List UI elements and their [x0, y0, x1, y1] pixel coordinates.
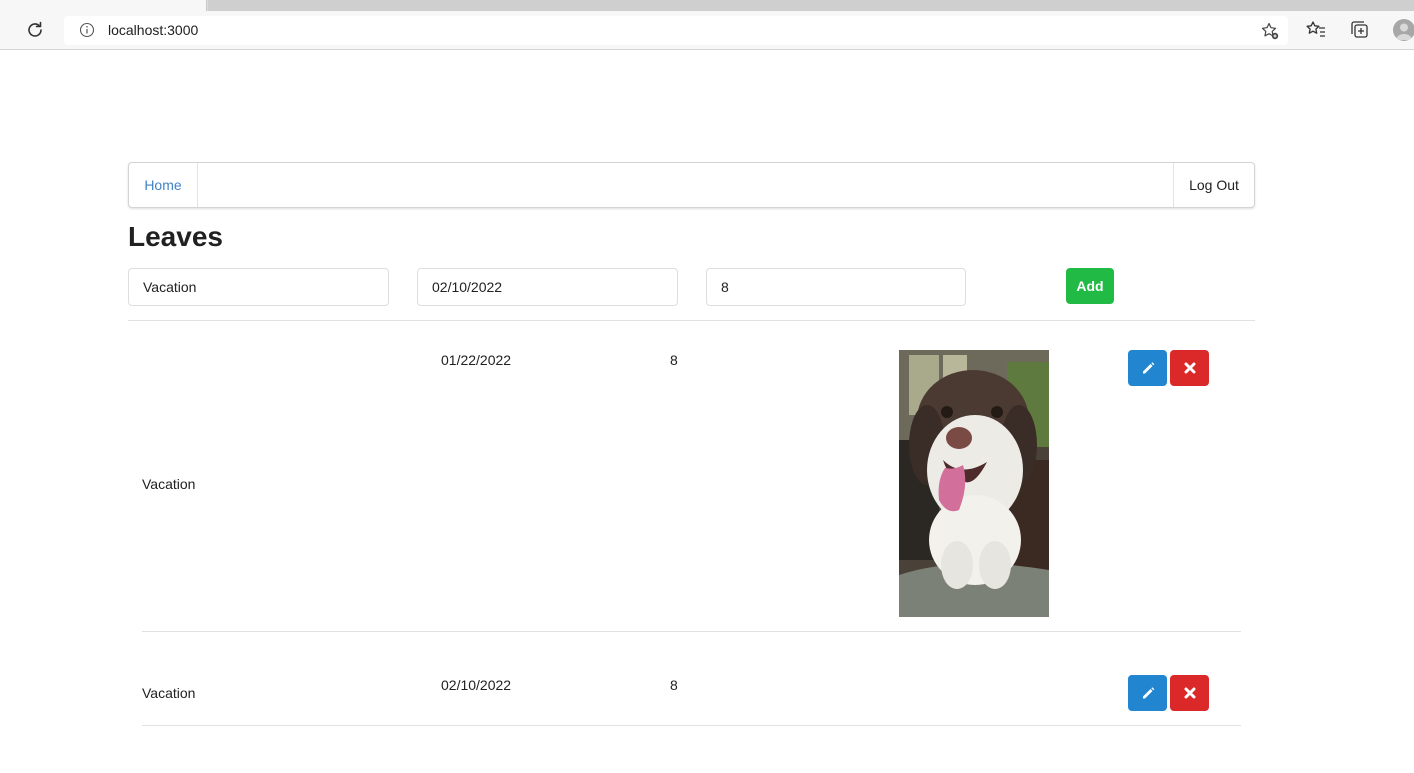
row-divider — [142, 631, 1241, 632]
url-text[interactable]: localhost:3000 — [108, 22, 198, 38]
page-title: Leaves — [128, 221, 223, 252]
browser-tab-inactive[interactable] — [208, 0, 1414, 11]
address-bar[interactable]: localhost:3000 — [64, 16, 1288, 45]
form-divider — [128, 320, 1255, 321]
browser-tab-active[interactable] — [0, 0, 207, 11]
person-icon — [1396, 23, 1412, 40]
browser-toolbar: localhost:3000 — [0, 11, 1414, 50]
edit-button[interactable] — [1128, 350, 1167, 386]
pencil-icon — [1142, 362, 1154, 374]
logout-button[interactable]: Log Out — [1173, 163, 1254, 207]
row-divider — [142, 725, 1241, 726]
add-button[interactable]: Add — [1066, 268, 1114, 304]
leave-date-input[interactable]: 02/10/2022 — [417, 268, 678, 306]
leave-date-cell: 01/22/2022 — [441, 352, 512, 368]
x-icon — [1184, 362, 1195, 374]
leave-type-input[interactable]: Vacation — [128, 268, 389, 306]
add-favorite-icon[interactable] — [1260, 21, 1280, 41]
leave-type-cell: Vacation — [142, 476, 196, 492]
leave-hours-input[interactable]: 8 — [706, 268, 966, 306]
profile-avatar[interactable] — [1393, 19, 1414, 41]
dog-photo — [899, 350, 1049, 617]
edit-button[interactable] — [1128, 675, 1167, 711]
nav-home-link[interactable]: Home — [129, 163, 198, 207]
delete-button[interactable] — [1170, 675, 1209, 711]
leave-hours-cell: 8 — [670, 352, 678, 368]
leave-type-cell: Vacation — [142, 685, 196, 701]
leave-hours-cell: 8 — [670, 677, 678, 693]
pencil-icon — [1142, 687, 1154, 699]
collections-icon[interactable] — [1349, 19, 1371, 41]
favorites-icon[interactable] — [1305, 19, 1327, 41]
leave-date-cell: 02/10/2022 — [441, 677, 512, 693]
tab-strip — [0, 0, 1414, 11]
info-icon[interactable] — [79, 22, 95, 38]
delete-button[interactable] — [1170, 350, 1209, 386]
reload-icon[interactable] — [24, 19, 46, 41]
top-menu: Home Log Out — [128, 162, 1255, 208]
x-icon — [1184, 687, 1195, 699]
